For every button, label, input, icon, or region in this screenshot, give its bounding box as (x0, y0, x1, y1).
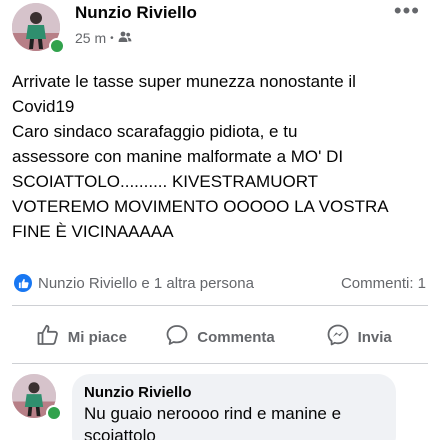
divider (12, 363, 428, 364)
friends-icon[interactable] (118, 30, 132, 46)
like-button[interactable]: Mi piace (12, 312, 151, 362)
facebook-post: Nunzio Riviello 25 m • ••• Arrivate le t… (0, 0, 440, 440)
online-status-indicator (46, 405, 62, 421)
reactions-summary: Nunzio Riviello e 1 altra persona Commen… (14, 272, 426, 294)
like-reaction-icon[interactable] (14, 274, 32, 292)
reactions-names[interactable]: Nunzio Riviello e 1 altra persona (38, 275, 341, 292)
post-text-line: VOTEREMO MOVIMENTO OOOOO LA VOSTRA (12, 197, 389, 216)
comment-text-line: Nu guaio neroooo rind e manine e (84, 404, 342, 423)
post-text-line: SCOIATTOLO.......... KIVESTRAMUORT (12, 172, 319, 191)
post-text-line: Arrivate le tasse super munezza nonostan… (12, 72, 356, 91)
divider (12, 305, 428, 306)
comment-text: Nu guaio neroooo rind e manine e scoiatt… (84, 403, 384, 440)
post-text-line: Covid19 (12, 97, 75, 116)
post-text-line: Caro sindaco scarafaggio pidiota, e tu (12, 122, 298, 141)
post-text: Arrivate le tasse super munezza nonostan… (12, 69, 428, 244)
action-bar: Mi piace Commenta Invia (12, 312, 428, 362)
comments-count[interactable]: Commenti: 1 (341, 275, 426, 292)
like-label: Mi piace (67, 328, 127, 346)
comment-bubble[interactable]: Nunzio Riviello Nu guaio neroooo rind e … (72, 374, 396, 440)
comment-item: Nunzio Riviello Nu guaio neroooo rind e … (12, 370, 428, 440)
post-text-line: assessore con manine malformate a MO' DI (12, 147, 344, 166)
messenger-icon (326, 323, 350, 351)
more-options-icon[interactable]: ••• (394, 0, 420, 22)
comment-author[interactable]: Nunzio Riviello (84, 383, 384, 403)
post-time[interactable]: 25 m (75, 30, 106, 46)
comment-text-line: scoiattolo (84, 426, 156, 440)
send-label: Invia (357, 328, 392, 346)
thumbs-up-icon (36, 323, 60, 351)
post-text-line: FINE È VICINAAAAA (12, 222, 174, 241)
send-button[interactable]: Invia (289, 312, 428, 362)
comment-bubble-icon (165, 323, 189, 351)
comment-label: Commenta (197, 328, 275, 346)
comment-button[interactable]: Commenta (151, 312, 290, 362)
meta-separator: • (110, 32, 114, 44)
online-status-indicator (49, 38, 65, 54)
author-name[interactable]: Nunzio Riviello (75, 3, 197, 23)
post-header: Nunzio Riviello 25 m • ••• (12, 0, 428, 56)
post-meta: 25 m • (75, 30, 132, 46)
